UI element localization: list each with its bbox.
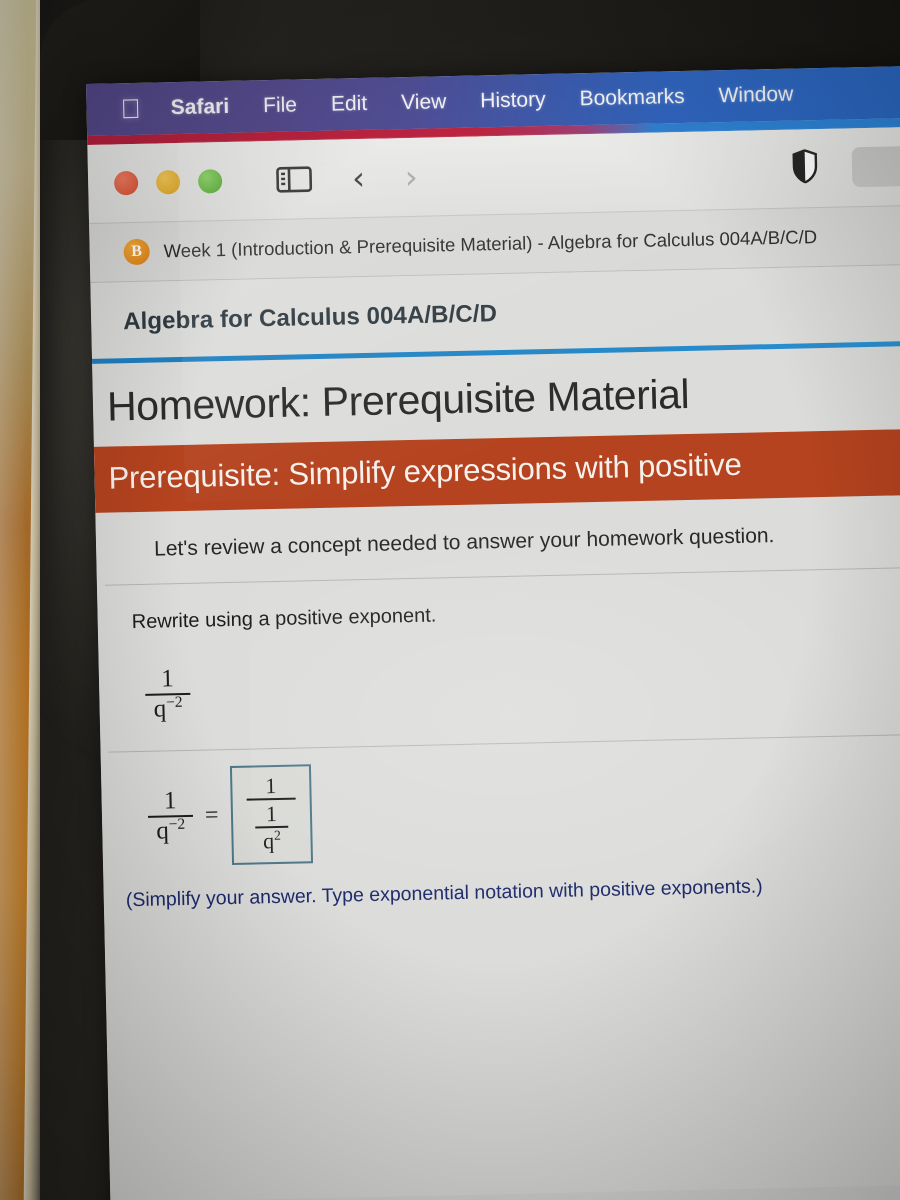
menu-item-bookmarks[interactable]: Bookmarks <box>579 85 685 111</box>
answer-inner-base: q <box>262 827 275 854</box>
denominator-base: q <box>153 695 167 723</box>
lhs-denominator-base: q <box>156 817 170 845</box>
photo-of-laptop-screen:  Safari File Edit View History Bookmark… <box>0 0 900 1200</box>
menu-item-file[interactable]: File <box>263 93 297 118</box>
address-bar[interactable] <box>851 145 900 188</box>
lhs-denominator: q−2 <box>148 815 194 846</box>
menu-item-history[interactable]: History <box>480 88 546 113</box>
privacy-shield-icon[interactable] <box>792 148 819 189</box>
laptop-screen:  Safari File Edit View History Bookmark… <box>86 65 900 1200</box>
fraction-numerator: 1 <box>160 665 175 693</box>
answer-inner-denominator: q2 <box>255 827 289 853</box>
fraction-one-over-q-neg-two: 1 q−2 <box>145 665 191 724</box>
toolbar-right-group <box>792 145 900 188</box>
close-window-button[interactable] <box>113 170 139 196</box>
tab-title[interactable]: Week 1 (Introduction & Prerequisite Mate… <box>163 226 817 262</box>
lhs-denominator-exponent: −2 <box>168 815 186 834</box>
equals-sign: = <box>204 801 219 829</box>
menu-item-view[interactable]: View <box>401 90 447 115</box>
answer-inner-exponent: 2 <box>273 827 281 843</box>
expression-display: 1 q−2 <box>98 626 900 751</box>
forward-button[interactable]: › <box>404 158 418 196</box>
answer-input-box[interactable]: 1 1 q2 <box>229 763 314 865</box>
sidebar-toggle-icon[interactable] <box>276 165 313 194</box>
minimize-window-button[interactable] <box>155 169 181 195</box>
fraction-denominator: q−2 <box>145 693 191 724</box>
answer-inner-numerator: 1 <box>265 800 278 826</box>
lhs-numerator: 1 <box>163 787 177 815</box>
web-page-content: Algebra for Calculus 004A/B/C/D Homework… <box>90 264 900 1200</box>
apple-logo-icon[interactable]:  <box>120 93 141 123</box>
equation-row: 1 q−2 = 1 1 q2 <box>101 734 900 874</box>
menu-item-edit[interactable]: Edit <box>331 92 368 117</box>
menu-item-safari[interactable]: Safari <box>171 95 230 120</box>
back-button[interactable]: ‹ <box>352 159 366 197</box>
zoom-window-button[interactable] <box>197 169 223 194</box>
answer-inner-fraction: 1 q2 <box>254 800 289 853</box>
answer-numerator: 1 <box>265 772 277 798</box>
answer-denominator: 1 q2 <box>246 799 297 854</box>
denominator-exponent: −2 <box>165 693 183 712</box>
left-hand-fraction: 1 q−2 <box>147 787 194 846</box>
blackboard-favicon-icon: B <box>123 238 150 266</box>
menu-item-window[interactable]: Window <box>718 83 793 109</box>
answer-fraction: 1 1 q2 <box>246 772 298 854</box>
